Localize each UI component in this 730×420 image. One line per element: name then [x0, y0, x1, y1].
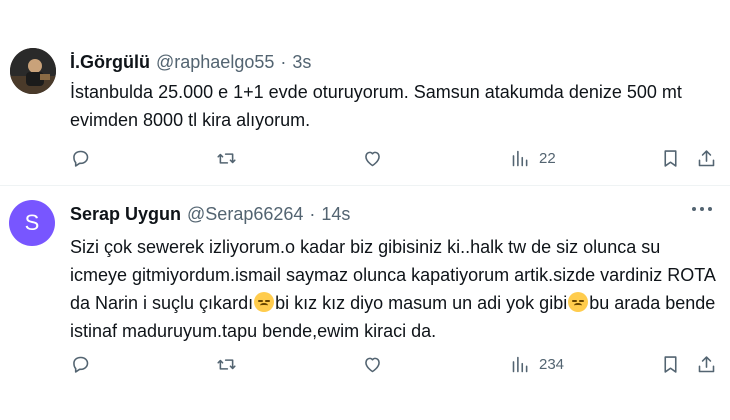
tweet-header: İ.Görgülü @raphaelgo55 · 3s — [70, 52, 311, 73]
user-handle[interactable]: @Serap66264 — [187, 204, 303, 225]
separator-dot: · — [280, 52, 287, 72]
bookmark-icon — [664, 355, 677, 373]
sad-face-emoji-icon — [254, 292, 275, 312]
heart-icon — [365, 151, 380, 166]
heart-icon — [365, 357, 380, 372]
separator-dot: · — [309, 204, 316, 224]
tweet-text-part: bi kız kız diyo masum un adi yok gibi — [275, 293, 568, 313]
display-name[interactable]: İ.Görgülü — [70, 52, 150, 73]
avatar[interactable] — [10, 48, 56, 94]
retweet-arrows-icon — [217, 152, 236, 164]
tweet-text: İstanbulda 25.000 e 1+1 evde oturuyorum.… — [70, 82, 682, 130]
reply-button[interactable] — [70, 352, 91, 376]
speech-bubble-icon — [73, 150, 89, 167]
timestamp[interactable]: 3s — [292, 52, 311, 73]
share-upload-icon — [698, 149, 715, 166]
speech-bubble-icon — [73, 356, 89, 373]
bar-chart-icon — [512, 150, 528, 166]
timestamp[interactable]: 14s — [321, 204, 350, 225]
more-dots-icon[interactable] — [688, 199, 716, 219]
avatar-letter: S — [24, 210, 40, 235]
tweet-1[interactable]: İ.Görgülü @raphaelgo55 · 3s İstanbulda 2… — [0, 0, 730, 186]
retweet-arrows-icon — [217, 358, 236, 370]
share-button[interactable] — [696, 352, 717, 376]
display-name[interactable]: Serap Uygun — [70, 204, 181, 225]
reply-button[interactable] — [70, 146, 91, 170]
bookmark-button[interactable] — [660, 146, 681, 170]
view-count: 234 — [539, 355, 565, 373]
avatar[interactable]: S — [9, 200, 55, 246]
like-button[interactable] — [362, 352, 383, 376]
tweet-header: Serap Uygun @Serap66264 · 14s — [70, 204, 350, 225]
action-bar: 234 — [70, 352, 720, 376]
share-upload-icon — [698, 355, 715, 372]
bookmark-icon — [664, 149, 677, 167]
views-button[interactable]: 22 — [510, 146, 556, 170]
sad-face-emoji-icon — [568, 292, 589, 312]
retweet-button[interactable] — [216, 352, 237, 376]
tweet-divider — [0, 185, 730, 186]
action-bar: 22 — [70, 146, 720, 170]
bar-chart-icon — [512, 356, 528, 372]
views-button[interactable]: 234 — [510, 352, 564, 376]
like-button[interactable] — [362, 146, 383, 170]
profile-photo — [10, 48, 56, 94]
tweet-2[interactable]: S Serap Uygun @Serap66264 · 14s Sizi çok… — [0, 187, 730, 420]
bookmark-button[interactable] — [660, 352, 681, 376]
user-handle[interactable]: @raphaelgo55 — [156, 52, 274, 73]
view-count: 22 — [539, 149, 556, 167]
tweet-text: Sizi çok sewerek izliyorum.o kadar biz g… — [70, 233, 720, 345]
retweet-button[interactable] — [216, 146, 237, 170]
share-button[interactable] — [696, 146, 717, 170]
